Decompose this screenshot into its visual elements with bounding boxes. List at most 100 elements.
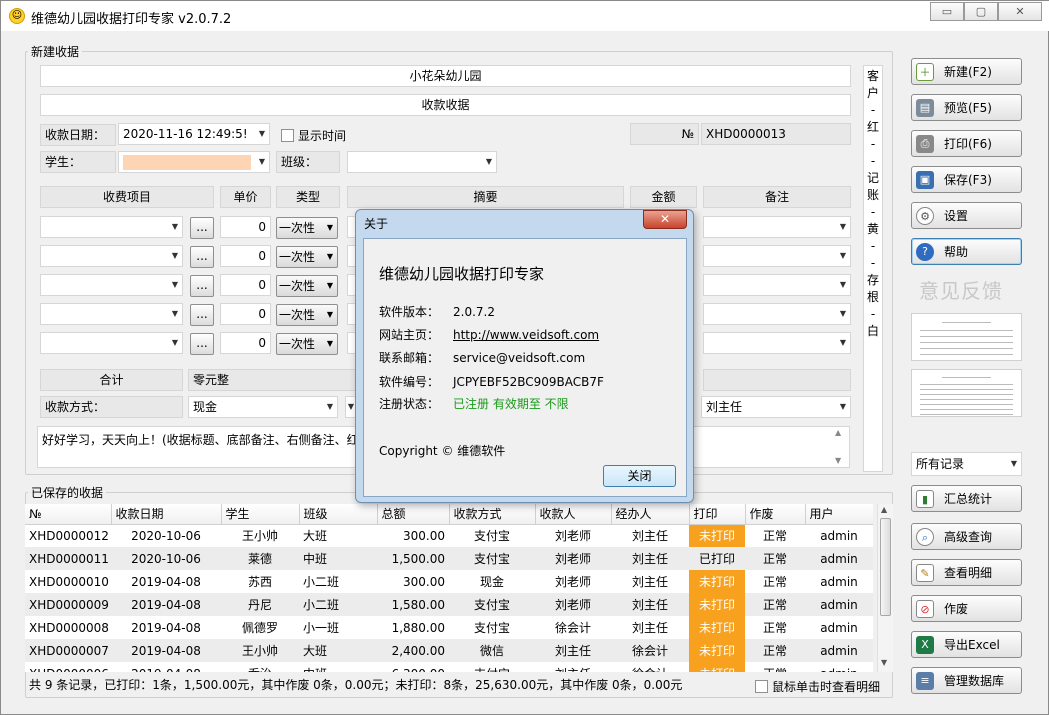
- column-header[interactable]: 收款日期: [111, 504, 222, 525]
- about-close-button[interactable]: 关闭: [603, 465, 676, 487]
- table-cell: XHD0000012: [29, 528, 109, 543]
- export-excel-button-label: 导出Excel: [944, 638, 1000, 652]
- table-row[interactable]: XHD0000012 2020-10-06 王小帅 大班 300.00 支付宝 刘老师 刘主任…: [25, 524, 873, 547]
- void-button[interactable]: ⊘ 作废: [911, 595, 1022, 622]
- smiley-icon: ☺: [9, 8, 25, 24]
- note-select[interactable]: [703, 274, 851, 296]
- column-header[interactable]: 用户: [805, 504, 873, 525]
- school-name-field[interactable]: 小花朵幼儿园: [40, 65, 851, 87]
- table-cell: 未打印: [689, 616, 745, 639]
- table-row[interactable]: XHD0000009 2019-04-08 丹尼 小二班 1,580.00 支付宝 刘老师刘…: [25, 593, 873, 616]
- table-cell: 刘主任: [535, 639, 611, 662]
- price-input[interactable]: 0: [220, 332, 271, 354]
- note-select[interactable]: [703, 303, 851, 325]
- item-select[interactable]: [40, 245, 183, 267]
- table-row[interactable]: XHD0000008 2019-04-08 佩德罗 小一班 1,880.00 支付宝 徐会计…: [25, 616, 873, 639]
- type-select[interactable]: 一次性: [276, 304, 338, 326]
- table-row[interactable]: XHD0000007 2019-04-08 王小帅 大班 2,400.00 微信 刘主任 徐会…: [25, 639, 873, 662]
- type-select[interactable]: 一次性: [276, 275, 338, 297]
- table-cell: 正常: [762, 529, 787, 544]
- table-cell: 未打印: [689, 570, 745, 593]
- column-header[interactable]: 收款方式: [449, 504, 536, 525]
- new-button[interactable]: ＋ 新建(F2): [911, 58, 1022, 85]
- type-select[interactable]: 一次性: [276, 246, 338, 268]
- feedback-link[interactable]: 意见反馈: [919, 275, 1003, 304]
- note-select[interactable]: [703, 245, 851, 267]
- column-header[interactable]: 收款人: [535, 504, 612, 525]
- record-filter-select[interactable]: 所有记录: [911, 452, 1022, 476]
- note-select[interactable]: [703, 332, 851, 354]
- save-button[interactable]: ▣ 保存(F3): [911, 166, 1022, 193]
- remark-scroll-up-icon[interactable]: ▲: [835, 428, 841, 437]
- column-header[interactable]: 总额: [377, 504, 450, 525]
- table-cell: 正常: [745, 639, 805, 662]
- close-window-button[interactable]: ✕: [998, 2, 1042, 21]
- table-cell: 2020-10-06: [131, 528, 201, 543]
- price-input[interactable]: 0: [220, 274, 271, 296]
- manage-db-button[interactable]: ≡ 管理数据库: [911, 667, 1022, 694]
- column-header[interactable]: 打印: [689, 504, 746, 525]
- summary-button[interactable]: ▮ 汇总统计: [911, 485, 1022, 512]
- item-more-button[interactable]: ...: [190, 217, 214, 239]
- note-select[interactable]: [703, 216, 851, 238]
- view-details-button[interactable]: ✎ 查看明细: [911, 559, 1022, 586]
- table-row[interactable]: XHD00000062019-04-08乔治中班6,300.00支付宝刘主任徐会…: [25, 662, 873, 672]
- type-select[interactable]: 一次性: [276, 217, 338, 239]
- about-email-label: 联系邮箱：: [379, 351, 440, 365]
- type-select[interactable]: 一次性: [276, 333, 338, 355]
- click-detail-checkbox[interactable]: 鼠标单击时查看明细: [755, 678, 880, 695]
- advanced-search-button[interactable]: ⌕ 高级查询: [911, 523, 1022, 550]
- method-select[interactable]: 现金: [188, 396, 338, 418]
- table-cell: XHD0000011: [25, 547, 111, 570]
- export-excel-button[interactable]: X 导出Excel: [911, 631, 1022, 658]
- column-header[interactable]: 学生: [221, 504, 300, 525]
- date-picker[interactable]: 2020-11-16 12:49:5!: [118, 123, 270, 145]
- remark-scroll-down-icon[interactable]: ▼: [835, 456, 841, 465]
- table-cell: 刘老师: [535, 547, 611, 570]
- column-header[interactable]: 作废: [745, 504, 806, 525]
- table-row[interactable]: XHD0000011 2020-10-06 莱德 中班 1,500.00 支付宝 刘老师 刘主…: [25, 547, 873, 570]
- minimize-button[interactable]: ▭: [930, 2, 964, 21]
- printer-icon: ⎙: [916, 134, 934, 153]
- about-close-x-button[interactable]: ✕: [643, 210, 687, 229]
- handler-select[interactable]: 刘主任: [701, 396, 851, 418]
- show-time-checkbox[interactable]: 显示时间: [281, 127, 346, 144]
- price-input[interactable]: 0: [220, 216, 271, 238]
- item-select[interactable]: [40, 332, 183, 354]
- column-header[interactable]: №: [25, 504, 112, 525]
- item-select[interactable]: [40, 303, 183, 325]
- col-type-header: 类型: [276, 186, 340, 208]
- table-row[interactable]: XHD0000010 2019-04-08 苏西 小二班 300.00 现金 刘老师 刘主任 未…: [25, 570, 873, 593]
- preview-button[interactable]: ▤ 预览(F5): [911, 94, 1022, 121]
- item-more-button[interactable]: ...: [190, 246, 214, 268]
- template-thumbnail-1[interactable]: [911, 313, 1022, 361]
- maximize-button[interactable]: ▢: [964, 2, 998, 21]
- column-header[interactable]: 班级: [299, 504, 378, 525]
- student-select[interactable]: [118, 151, 270, 173]
- price-input[interactable]: 0: [220, 303, 271, 325]
- class-select[interactable]: [347, 151, 497, 173]
- column-header[interactable]: 经办人: [611, 504, 690, 525]
- about-site-link[interactable]: http://www.veidsoft.com: [453, 328, 599, 342]
- about-reg-value: 已注册 有效期至 不限: [453, 397, 569, 411]
- scroll-thumb[interactable]: [880, 518, 891, 616]
- table-cell: 中班: [299, 547, 377, 570]
- table-scrollbar[interactable]: ▲ ▼: [877, 504, 893, 672]
- template-thumbnail-2[interactable]: [911, 369, 1022, 417]
- item-select[interactable]: [40, 274, 183, 296]
- price-input[interactable]: 0: [220, 245, 271, 267]
- help-button[interactable]: ? 帮助: [911, 238, 1022, 265]
- scroll-down-icon[interactable]: ▼: [881, 658, 887, 667]
- item-more-button[interactable]: ...: [190, 333, 214, 355]
- item-more-button[interactable]: ...: [190, 275, 214, 297]
- print-button[interactable]: ⎙ 打印(F6): [911, 130, 1022, 157]
- item-select[interactable]: [40, 216, 183, 238]
- preview-icon: ▤: [916, 98, 934, 117]
- scroll-up-icon[interactable]: ▲: [881, 505, 887, 514]
- table-cell: admin: [820, 528, 858, 543]
- receipt-title-field[interactable]: 收款收据: [40, 94, 851, 116]
- item-more-button[interactable]: ...: [190, 304, 214, 326]
- total-value: 零元整: [188, 369, 358, 391]
- settings-button[interactable]: ⚙ 设置: [911, 202, 1022, 229]
- table-cell: 未打印: [689, 639, 745, 662]
